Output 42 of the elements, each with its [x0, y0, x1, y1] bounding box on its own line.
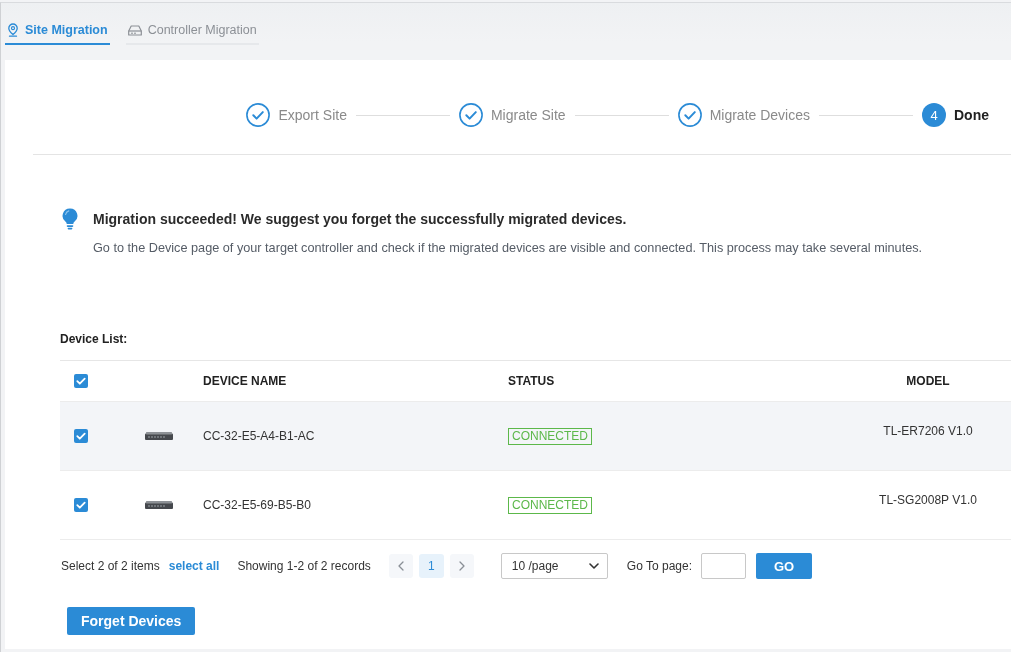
section-label: Device List: [60, 332, 129, 346]
tab[interactable]: Site Migration [5, 19, 110, 45]
checkbox[interactable] [74, 429, 88, 443]
notice-message: Go to the Device page of your target controller and check if the migrated devices are visible and connected. This process may take several minutes. [93, 240, 924, 257]
notice-title: Migration succeeded! We suggest you forget the successfully migrated devices. [93, 210, 628, 229]
chevron-right-icon [458, 561, 465, 571]
step-label: Migrate Devices [709, 107, 810, 123]
network-device-icon [145, 501, 173, 509]
checkbox[interactable] [74, 498, 88, 512]
go-button[interactable]: GO [756, 553, 812, 579]
step-label: Migrate Site [490, 107, 566, 123]
table-cell-text: CC-32-E5-A4-B1-AC [203, 429, 316, 443]
location-pin-icon [7, 23, 19, 37]
forget-devices-button[interactable]: Forget Devices [67, 607, 196, 635]
column-header: STATUS [508, 374, 556, 388]
status-badge: CONNECTED [508, 427, 592, 445]
selection-summary: Select 2 of 2 items [61, 559, 160, 573]
checkbox[interactable] [74, 374, 88, 388]
select-all-link[interactable]: select all [168, 559, 220, 573]
lightbulb-icon [62, 208, 78, 230]
table-cell-text: CC-32-E5-69-B5-B0 [203, 498, 313, 512]
table-cell: TL-SG2008P V1.0 [879, 493, 977, 507]
go-to-page-label: Go To page: [626, 559, 692, 573]
step-label: Done [954, 107, 989, 123]
page-button[interactable]: 1 [418, 554, 444, 578]
page-input[interactable] [701, 553, 746, 579]
check-circle-icon [458, 103, 483, 127]
caret-icon [588, 563, 599, 569]
table-cell: TL-ER7206 V1.0 [883, 424, 973, 438]
check-circle-icon [246, 103, 271, 127]
step-number: 4 [922, 103, 946, 127]
status-badge: CONNECTED [508, 496, 592, 514]
column-header: MODEL [906, 374, 950, 388]
step-label: Export Site [278, 107, 347, 123]
network-device-icon [145, 432, 173, 440]
chevron-left-icon [397, 561, 404, 571]
records-summary: Showing 1-2 of 2 records [237, 559, 371, 573]
check-circle-icon [677, 103, 702, 127]
page-size-select[interactable]: 10 /page [500, 553, 608, 579]
column-header: DEVICE NAME [203, 374, 288, 388]
tab[interactable]: Controller Migration [125, 19, 259, 45]
hard-drive-icon [127, 24, 142, 36]
